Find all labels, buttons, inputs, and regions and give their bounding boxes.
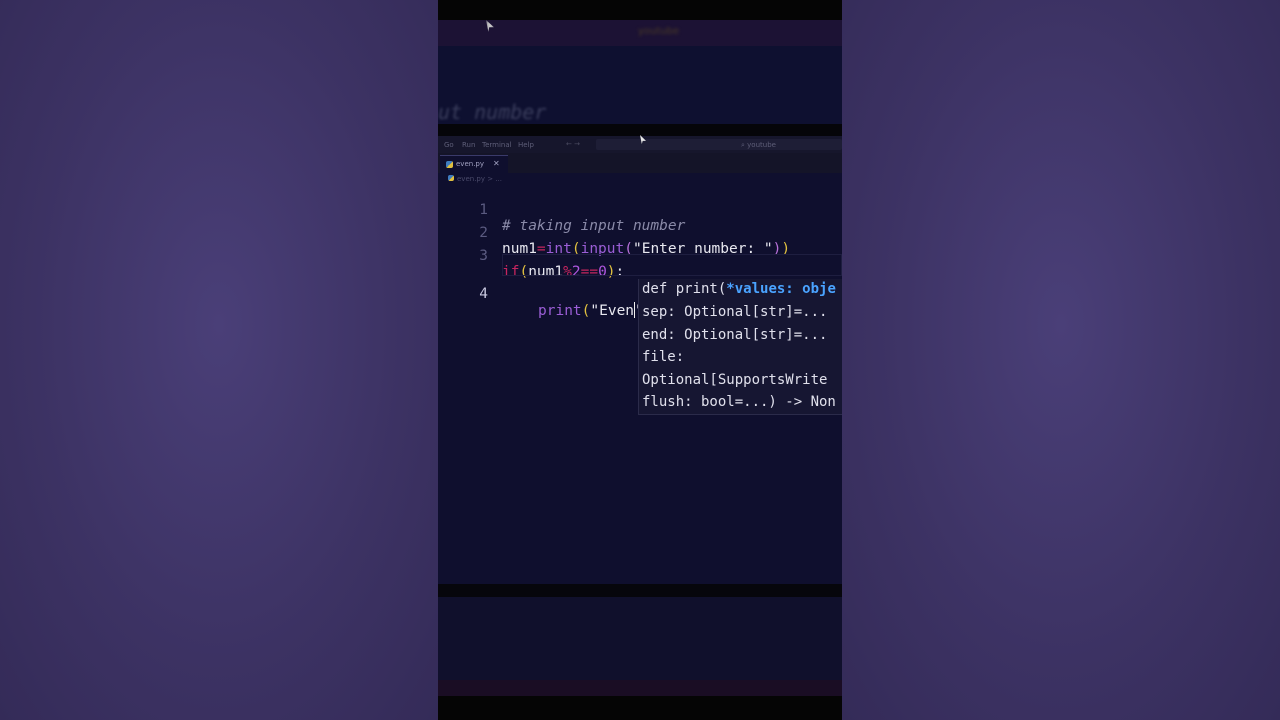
left-background [0, 0, 438, 720]
token: "Even [590, 303, 635, 319]
tab-even-py[interactable]: even.py ✕ [440, 155, 508, 174]
tab-bar: even.py ✕ [438, 153, 842, 174]
signature-line-4: file: [642, 349, 685, 365]
code-line-1: 1 # taking input number [438, 186, 842, 234]
search-text: youtube [747, 141, 776, 149]
python-file-icon [446, 161, 453, 168]
blurred-lower-area [438, 597, 842, 689]
video-frame: youtube ut number Go Run Terminal Help ←… [438, 0, 842, 720]
search-label: ⌕ youtube [741, 141, 776, 149]
command-search-box[interactable]: ⌕ youtube [596, 139, 842, 150]
code-line-2: 2 num1=int(input("Enter number: ")) [438, 209, 842, 257]
blurred-code-text: ut number [438, 100, 547, 124]
code-line-3: 3 if(num1%2==0): [438, 232, 842, 280]
signature-line-3: end: Optional[str]=... [642, 327, 828, 343]
nav-arrows-icon[interactable]: ← → [566, 140, 580, 148]
code-text: print("Even") [538, 302, 653, 319]
blurred-search-label: youtube [638, 26, 680, 37]
tab-label: even.py [456, 160, 485, 168]
blurred-bottom-bar [438, 680, 842, 696]
signature-line-6: flush: bool=...) -> Non [642, 394, 836, 410]
code-line-4: 4 print("Even") [438, 254, 842, 319]
divider-strip [438, 124, 842, 136]
menu-bar: Go Run Terminal Help ← → ⌕ youtube [438, 136, 842, 153]
divider-strip [438, 584, 842, 597]
blurred-title-bar: youtube [438, 20, 842, 46]
current-line-highlight [502, 254, 842, 276]
breadcrumb-path: even.py > ... [457, 175, 502, 183]
token: print [538, 303, 582, 319]
menu-run[interactable]: Run [462, 141, 475, 149]
close-icon[interactable]: ✕ [493, 159, 500, 168]
menu-go[interactable]: Go [444, 141, 454, 149]
python-file-icon [448, 175, 454, 181]
active-parameter: *values: obje [726, 281, 836, 297]
line-number: 4 [479, 286, 488, 302]
signature-line-2: sep: Optional[str]=... [642, 304, 828, 320]
signature-def: def print( [642, 281, 727, 297]
signature-line-5: Optional[SupportsWrite [642, 372, 828, 388]
signature-help-popup: def print(*values: obje sep: Optional[st… [638, 279, 842, 415]
breadcrumb[interactable]: even.py > ... [448, 175, 502, 183]
top-letterbox [438, 0, 842, 20]
signature-line-1: def print(*values: obje [642, 281, 836, 303]
right-background [842, 0, 1280, 720]
menu-help[interactable]: Help [518, 141, 534, 149]
menu-terminal[interactable]: Terminal [482, 141, 512, 149]
bottom-letterbox [438, 696, 842, 720]
